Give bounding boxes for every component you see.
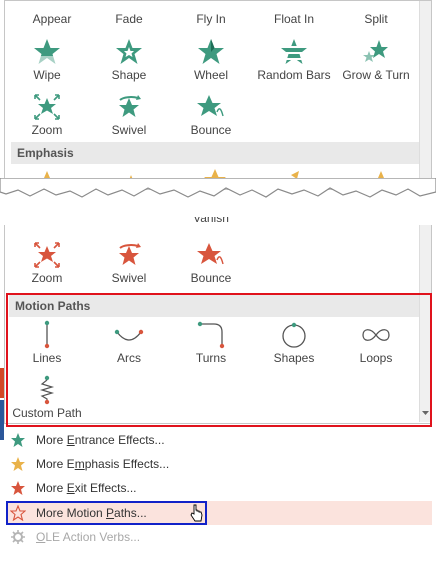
effect-label: Shape <box>111 68 147 82</box>
zoom-star-icon <box>34 242 60 268</box>
gold-star-icon <box>11 457 25 471</box>
vanish-partial-label[interactable]: Vanish <box>171 217 251 226</box>
effect-label: Wheel <box>193 68 228 82</box>
wheel-star-icon <box>198 39 224 64</box>
more-exit-effects-menuitem[interactable]: More Exit Effects... <box>6 476 432 500</box>
effect-label: Bounce <box>190 271 232 285</box>
effect-label: Grow & Turn <box>342 68 410 82</box>
effect-float-in[interactable]: Float In <box>254 12 334 26</box>
more-motion-paths-callout-box <box>6 501 207 525</box>
entrance-gallery-panel: Appear Fade Fly In Float In Split Wipe S… <box>4 0 432 190</box>
exit-effect-bounce[interactable]: Bounce <box>171 240 251 285</box>
shape-star-icon <box>116 39 142 64</box>
effect-wipe[interactable]: Wipe <box>7 37 87 82</box>
exit-effect-zoom[interactable]: Zoom <box>7 240 87 285</box>
torn-edge-divider <box>0 178 436 198</box>
effect-appear[interactable]: Appear <box>12 12 92 26</box>
menuitem-label: OLE Action Verbs... <box>36 530 141 544</box>
background-window-fragment <box>0 368 4 398</box>
exit-effect-swivel[interactable]: Swivel <box>89 240 169 285</box>
bounce-star-icon <box>197 243 224 265</box>
effect-bounce[interactable]: Bounce <box>171 92 251 137</box>
more-emphasis-effects-menuitem[interactable]: More Emphasis Effects... <box>6 452 432 476</box>
wipe-star-icon <box>34 39 60 65</box>
motion-paths-callout-box <box>6 293 432 427</box>
swivel-star-icon <box>119 243 141 265</box>
effect-random-bars[interactable]: Random Bars <box>254 37 334 82</box>
effect-swivel[interactable]: Swivel <box>89 92 169 137</box>
effect-label: Wipe <box>33 68 61 82</box>
menuitem-label: More Exit Effects... <box>36 481 137 495</box>
random-bars-star-icon <box>281 39 307 64</box>
bounce-star-icon <box>197 95 224 117</box>
effect-label: Zoom <box>31 271 63 285</box>
effect-label: Random Bars <box>257 68 331 82</box>
upper-scrollbar[interactable] <box>419 1 431 189</box>
menuitem-label: More Entrance Effects... <box>36 433 165 447</box>
green-star-icon <box>11 433 25 447</box>
effect-grow-turn[interactable]: Grow & Turn <box>336 37 416 82</box>
more-entrance-effects-menuitem[interactable]: More Entrance Effects... <box>6 428 432 452</box>
emphasis-section-header: Emphasis <box>11 142 421 164</box>
effect-zoom[interactable]: Zoom <box>7 92 87 137</box>
effect-label: Zoom <box>31 123 63 137</box>
effect-label: Swivel <box>111 271 147 285</box>
red-star-icon <box>11 481 25 495</box>
effect-fade[interactable]: Fade <box>89 12 169 26</box>
effect-fly-in[interactable]: Fly In <box>171 12 251 26</box>
menuitem-label: More Emphasis Effects... <box>36 457 170 471</box>
grow-turn-star-icon <box>363 40 388 62</box>
effect-label: Swivel <box>111 123 147 137</box>
effect-shape[interactable]: Shape <box>89 37 169 82</box>
effect-wheel[interactable]: Wheel <box>171 37 251 82</box>
swivel-star-icon <box>119 95 141 117</box>
background-window-fragment <box>0 400 4 440</box>
zoom-star-icon <box>34 94 60 120</box>
effect-split[interactable]: Split <box>336 12 416 26</box>
gear-icon <box>11 530 25 544</box>
ole-action-verbs-menuitem: OLE Action Verbs... <box>6 525 432 549</box>
effect-label: Bounce <box>190 123 232 137</box>
